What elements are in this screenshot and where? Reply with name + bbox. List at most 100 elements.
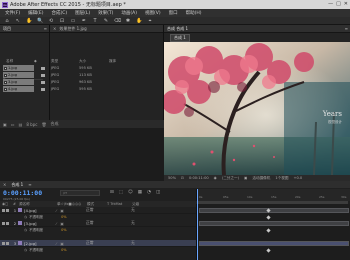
camera-tool-icon[interactable]: ⊡ [59, 18, 65, 24]
menu-window[interactable]: 窗口 [169, 10, 178, 16]
layer-row-selected[interactable]: 3 [2.jpg] ⁄ ▣ 正常 无 [0, 240, 196, 247]
type-tool-icon[interactable]: T [92, 18, 98, 24]
frame-blending-icon[interactable]: ▦ [138, 190, 142, 195]
column-switches[interactable]: 单☆\fx■◎◎◎ [57, 202, 87, 207]
stopwatch-icon[interactable]: ◷ [24, 248, 27, 252]
label-swatch[interactable] [34, 72, 51, 78]
close-icon[interactable]: × [3, 182, 6, 187]
property-value[interactable]: 0% [61, 228, 67, 232]
layer-name[interactable]: [4.jpg] [24, 208, 56, 213]
property-value[interactable]: 0% [61, 215, 67, 219]
eraser-tool-icon[interactable]: ⌫ [114, 18, 121, 24]
layer-name[interactable]: [2.jpg] [24, 241, 56, 246]
minimize-button[interactable]: — [328, 1, 333, 7]
label-color[interactable] [18, 221, 22, 225]
time-ruler[interactable]: 0s 05s 10s 15s 20s 25s 30s [196, 189, 350, 201]
pin-tool-icon[interactable]: ⌖ [147, 18, 153, 24]
layer-switches[interactable] [0, 241, 12, 245]
layer-row[interactable]: 2 [3.jpg] ⁄ ▣ 正常 无 [0, 220, 196, 227]
label-swatch[interactable] [34, 65, 51, 71]
column-type[interactable]: 类型 [51, 59, 79, 64]
column-media[interactable]: 媒体 [109, 59, 130, 64]
home-icon[interactable]: ⌂ [4, 18, 10, 24]
layer-duration-bar[interactable] [199, 241, 349, 246]
snapshot-icon[interactable]: ◉ [214, 176, 217, 180]
layer-switches[interactable] [0, 221, 12, 225]
graph-editor-icon[interactable]: ◫ [156, 190, 160, 195]
layer-parent[interactable]: 无 [131, 240, 135, 246]
label-color[interactable] [18, 241, 22, 245]
label-swatch[interactable] [34, 79, 51, 85]
interpret-footage-icon[interactable]: ▣ [3, 122, 7, 127]
stopwatch-icon[interactable]: ◷ [24, 215, 27, 219]
selection-tool-icon[interactable]: ↖ [15, 18, 21, 24]
file-row[interactable]: 1.jpg JPEG 595 KB [3, 65, 109, 71]
region-of-interest-icon[interactable]: ▣ [244, 176, 247, 180]
fit-icon[interactable]: ⊡ [181, 176, 184, 180]
composition-subtab[interactable]: 合成 1 [170, 33, 190, 42]
property-row[interactable]: ◷ 不透明度 0% [0, 247, 196, 253]
maximize-button[interactable]: □ [336, 1, 341, 7]
menu-layer[interactable]: 图层(L) [75, 10, 90, 16]
panel-menu-icon[interactable]: ≡ [28, 182, 31, 187]
menu-effect[interactable]: 效果(T) [98, 10, 113, 16]
brush-tool-icon[interactable]: ✎ [103, 18, 109, 24]
keyframe[interactable] [266, 248, 271, 253]
close-button[interactable]: ✕ [344, 1, 348, 7]
menu-composition[interactable]: 合成(C) [51, 10, 67, 16]
new-folder-icon[interactable]: ▭ [11, 122, 15, 127]
layer-switches[interactable] [0, 208, 12, 212]
menu-file[interactable]: 文件(F) [5, 10, 20, 16]
draft-3d-icon[interactable]: ⬚ [119, 190, 123, 195]
rotation-tool-icon[interactable]: ⟲ [48, 18, 54, 24]
column-tag[interactable]: ◆ [34, 59, 51, 63]
file-row[interactable]: 2.jpg JPEG 113 KB [3, 72, 109, 78]
timeline-current-time[interactable]: 0:00:11:00 [3, 189, 42, 197]
layer-fx-switches[interactable]: ⁄ ▣ [56, 241, 86, 246]
column-source-name[interactable]: 源名称 [19, 202, 57, 207]
layer-parent[interactable]: 无 [131, 220, 135, 226]
column-size[interactable]: 大小 [79, 59, 109, 64]
layer-fx-switches[interactable]: ⁄ ▣ [56, 221, 86, 226]
panel-menu-icon[interactable]: ≡ [345, 26, 348, 31]
tab-timeline-comp[interactable]: 合成 1 [11, 182, 23, 188]
tab-composition[interactable]: 合成 合成 1 [167, 26, 188, 32]
menu-view[interactable]: 视图(V) [145, 10, 161, 16]
layer-parent[interactable]: 无 [131, 207, 135, 213]
column-mode[interactable]: 模式 [87, 202, 107, 207]
roto-brush-icon[interactable]: ✱ [125, 18, 131, 24]
resolution-dropdown[interactable]: (二分之一) [222, 176, 239, 181]
keyframe[interactable] [266, 215, 271, 220]
panel-menu-icon[interactable]: ≡ [44, 26, 47, 31]
bit-depth-button[interactable]: 8 bpc [26, 122, 37, 127]
current-time-display[interactable]: 0:00:11:00 [189, 176, 209, 180]
menu-animation[interactable]: 动画(A) [121, 10, 137, 16]
delete-icon[interactable]: 🗑 [41, 122, 46, 127]
column-parent[interactable]: 父级 [132, 202, 139, 207]
file-row[interactable]: 4.jpg JPEG 595 KB [3, 86, 109, 92]
layer-mode[interactable]: 正常 [86, 240, 106, 246]
layer-duration-bar[interactable] [199, 221, 349, 226]
puppet-tool-icon[interactable]: ✋ [136, 18, 142, 24]
hand-tool-icon[interactable]: ✋ [26, 18, 32, 24]
menu-edit[interactable]: 编辑(E) [28, 10, 43, 16]
property-row[interactable]: ◷ 不透明度 0% [0, 227, 196, 233]
label-color[interactable] [18, 208, 22, 212]
layer-fx-switches[interactable]: ⁄ ▣ [56, 208, 86, 213]
tab-project[interactable]: 项目 [3, 26, 11, 32]
keyframe[interactable] [266, 228, 271, 233]
label-swatch[interactable] [34, 86, 51, 92]
rectangle-tool-icon[interactable]: ▭ [70, 18, 76, 24]
layer-mode[interactable]: 正常 [86, 220, 106, 226]
shy-icon[interactable]: ☺ [128, 190, 133, 195]
column-trkmat[interactable]: T TrkMat [107, 202, 132, 206]
timeline-search-input[interactable]: ρ▾ [60, 190, 100, 196]
zoom-tool-icon[interactable]: 🔍 [37, 18, 43, 24]
layer-mode[interactable]: 正常 [86, 207, 106, 213]
layer-row[interactable]: 1 [4.jpg] ⁄ ▣ 正常 无 [0, 207, 196, 214]
tab-effect-controls[interactable]: 效果控件 1.jpg [59, 26, 86, 32]
stopwatch-icon[interactable]: ◷ [24, 228, 27, 232]
composition-viewer[interactable]: Years 视觉设计 [164, 42, 350, 175]
menu-help[interactable]: 帮助(H) [186, 10, 202, 16]
views-dropdown[interactable]: 1个视图 [275, 176, 288, 181]
